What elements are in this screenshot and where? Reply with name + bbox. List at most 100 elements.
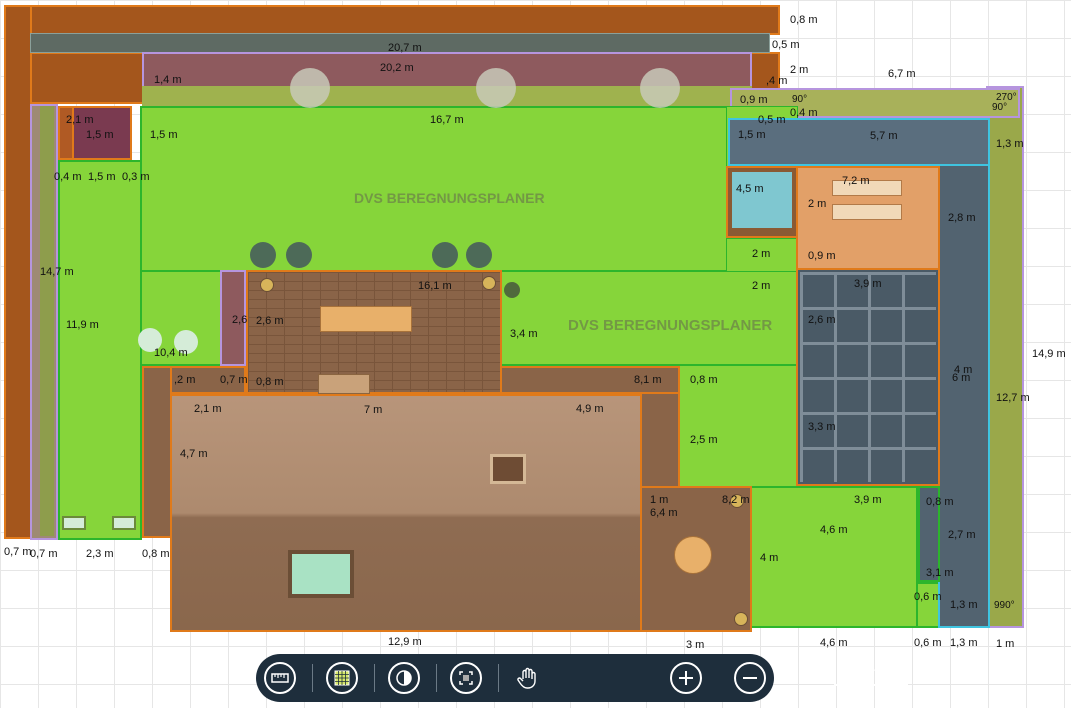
sprinkler-icon[interactable] [482,276,496,290]
dim-label: 0,6 m [914,591,942,603]
contrast-button[interactable] [388,662,420,694]
dim-label: 0,7 m [4,546,32,558]
dim-label: 16,7 m [430,114,464,126]
dim-label: 3 m [686,639,705,651]
dim-label: 20,2 m [380,62,414,74]
dim-label: 1,5 m [150,129,178,141]
deck-lounger-2[interactable] [832,204,902,220]
tree-icon [476,68,516,108]
dim-label: 6,4 m [650,507,678,519]
toolbar-separator [498,664,499,692]
left-soil-bed[interactable] [4,5,32,539]
dim-label: 1,3 m [996,138,1024,150]
dim-label: 2,1 m [194,403,222,415]
dim-label: 2,5 m [690,434,718,446]
left-olive-strip[interactable] [40,106,54,536]
roof-chimney[interactable] [490,454,526,484]
planter-icon [112,516,136,530]
dim-label: 8,1 m [634,374,662,386]
grid-icon [334,670,350,686]
dim-label: 1 m [996,638,1015,650]
tree-icon [640,68,680,108]
toolbar-separator [312,664,313,692]
dim-label: 0,8 m [142,548,170,560]
zoom-in-button[interactable] [670,662,702,694]
house-roof[interactable] [170,394,642,632]
dim-label: 0,3 m [122,171,150,183]
dim-label: 2,6 [232,314,248,326]
toolbar-separator [374,664,375,692]
dim-label: 12,9 m [388,636,422,648]
patio-table[interactable] [674,536,712,574]
scale-bar [834,678,908,686]
dim-label: 11,9 m [66,319,99,331]
top-soil-bed[interactable] [4,5,780,35]
dim-label: 2,8 m [948,212,976,224]
dim-label: 2 m [752,280,771,292]
pan-button[interactable] [512,662,544,694]
right-hedge-bed[interactable] [986,86,1024,628]
pan-hand-icon [517,667,536,689]
terrace-step[interactable] [318,374,370,394]
dim-label: 4,6 m [820,524,848,536]
dim-label: 4,7 m [180,448,208,460]
dining-table[interactable] [320,306,412,332]
dim-label: 2 m [790,64,809,76]
shrub-icon [250,242,276,268]
toolbar-separator [436,664,437,692]
sprinkler-icon[interactable] [260,278,274,292]
dim-label: 4,6 m [820,637,848,649]
dim-label: 0,9 m [740,94,768,106]
dim-label: 3,4 m [510,328,538,340]
dim-label: 0,9 m [808,250,836,262]
dim-label: 2,3 m [86,548,114,560]
brick-path-east[interactable] [640,392,680,488]
pool-water[interactable] [732,172,792,228]
dim-label: 990° [994,600,1015,611]
zoom-out-button[interactable] [734,662,766,694]
dim-label: 4 m [760,552,779,564]
dim-label: 3,9 m [854,494,882,506]
top-soil-strip[interactable] [30,52,146,104]
dim-label: 20,7 m [388,42,422,54]
zoom-in-icon [679,671,693,685]
scale-indicator: 2 m [834,662,908,692]
dim-label: 6,7 m [888,68,916,80]
center-button[interactable] [450,662,482,694]
dim-label: 6 m [952,372,971,384]
dim-label: 3,3 m [808,421,836,433]
terrace-pattern [248,272,500,392]
sprinkler-icon[interactable] [504,282,520,298]
dim-label: 0,5 m [758,114,786,126]
dim-label: 8,2 m [722,494,750,506]
sprinkler-icon[interactable] [734,612,748,626]
dim-label: 0,8 m [690,374,718,386]
dim-label: 2 m [752,248,771,260]
roof-skylight[interactable] [288,550,354,598]
dim-label: 7,2 m [842,175,870,187]
dim-label: ,2 m [174,374,196,386]
ruler-button[interactable] [264,662,296,694]
dim-label: 12,7 m [996,392,1030,404]
gravel-right[interactable] [938,164,990,628]
dim-label: 0,4 m [790,107,818,119]
dim-label: ,4 m [766,75,788,87]
watermark-text: DVS BEREGNUNGSPLANER [568,317,773,334]
dim-label: 4,9 m [576,403,604,415]
bottom-toolbar: 2 m [256,654,908,702]
dim-label: 10,4 m [154,347,188,359]
contrast-icon [396,670,412,686]
dim-label: 3,9 m [854,278,882,290]
dim-label: 0,7 m [220,374,248,386]
dim-label: 0,4 m [54,171,82,183]
dim-label: 0,6 m [914,637,942,649]
grid-button[interactable] [326,662,358,694]
dim-label: 0,5 m [772,39,800,51]
dim-label: 1,4 m [154,74,182,86]
dim-label: 16,1 m [418,280,452,292]
zoom-out-icon [743,677,757,679]
brick-path-left[interactable] [142,366,172,538]
dim-label: 14,9 m [1032,348,1066,360]
lawn-left[interactable] [58,160,142,540]
dim-label: 4,5 m [736,183,764,195]
